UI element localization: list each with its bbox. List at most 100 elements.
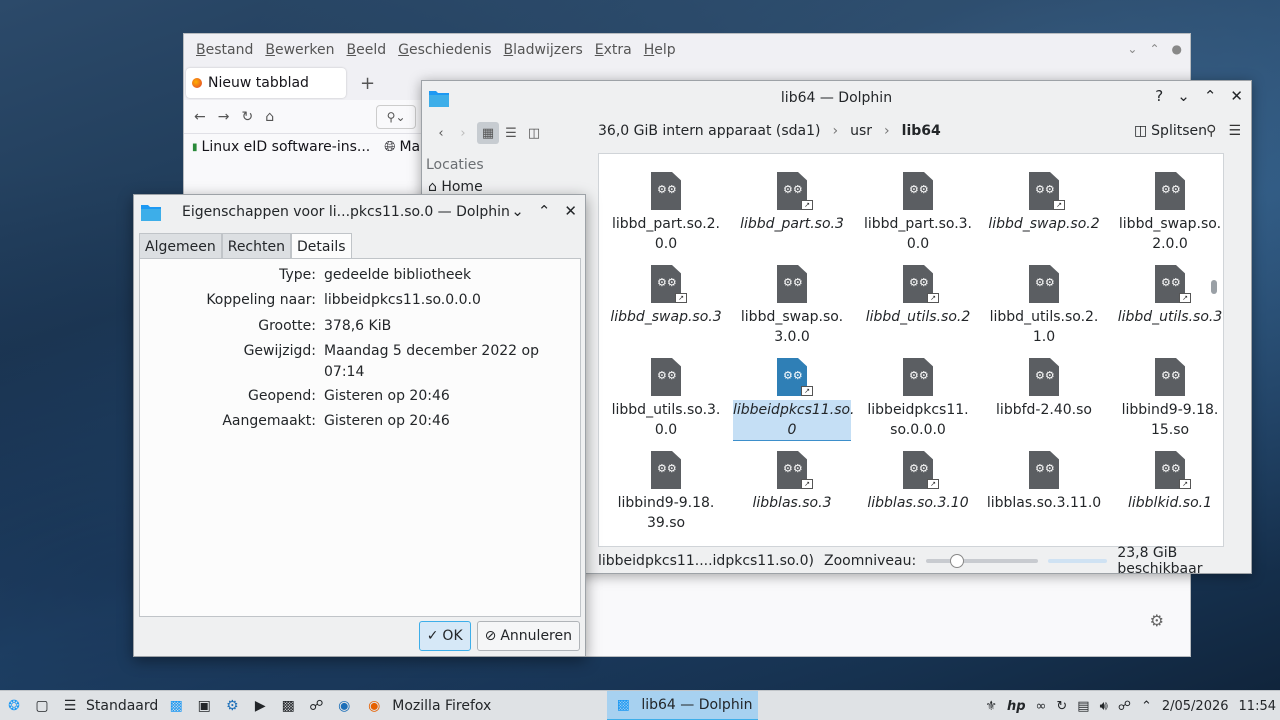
bookmark-ma[interactable]: 🌐︎ Ma (384, 139, 420, 155)
ok-button[interactable]: ✓ OK (418, 621, 471, 651)
file-item[interactable]: ⚙⚙ ↗ libbd_utils.so.2 (859, 265, 977, 327)
file-item[interactable]: ⚙⚙ ↗ libblkid.so.1 (1111, 451, 1223, 513)
close-icon[interactable]: ✕ (1230, 87, 1243, 105)
pinned-network[interactable]: ☍ (302, 691, 330, 720)
clock-time[interactable]: 11:54 (1239, 699, 1276, 714)
file-item[interactable]: ⚙⚙ libbd_swap.so. 3.0.0 (733, 265, 851, 347)
forward-icon[interactable]: → (218, 109, 230, 125)
forward-icon[interactable]: › (452, 122, 474, 144)
gear-icon[interactable]: ⚙ (1150, 611, 1164, 630)
shared-library-icon: ⚙⚙ (651, 172, 681, 210)
file-item[interactable]: ⚙⚙ ↗ libbeidpkcs11.so. 0 (733, 358, 855, 441)
kdeconnect-icon[interactable]: ∞ (1036, 699, 1047, 714)
menu-extra[interactable]: Extra (589, 42, 638, 58)
file-item[interactable]: ⚙⚙ ↗ libbd_swap.so.3 (607, 265, 725, 327)
close-icon[interactable]: ● (1172, 42, 1182, 56)
close-icon[interactable]: ✕ (564, 202, 577, 220)
tab-new-tab[interactable]: Nieuw tabblad (186, 68, 346, 98)
minimize-icon[interactable]: ⌄ (511, 202, 524, 220)
detail-value: Gisteren op 20:46 (324, 413, 450, 429)
pinned-app[interactable]: ▩ (274, 691, 302, 720)
bluetooth-icon[interactable]: ⚜ (985, 699, 997, 714)
maximize-icon[interactable]: ⌃ (538, 202, 551, 220)
pinned-dolphin[interactable]: ▩ (162, 691, 190, 720)
file-item[interactable]: ⚙⚙ libblas.so.3.11.0 (985, 451, 1103, 513)
properties-dialog[interactable]: Eigenschappen voor li...pkcs11.so.0 — Do… (133, 194, 586, 657)
show-desktop-button[interactable]: ▢ (28, 691, 56, 720)
new-tab-button[interactable]: + (360, 73, 375, 94)
dolphin-toolbar: ‹ › ▦ ☰ ◫ 36,0 GiB intern apparaat (sda1… (422, 115, 1251, 151)
status-text: libbeidpkcs11....idpkcs11.so.0) (598, 553, 815, 569)
hamburger-menu-icon[interactable]: ☰ (1228, 123, 1241, 139)
icons-view-icon[interactable]: ▦ (477, 122, 499, 144)
network-icon[interactable]: ☍ (1118, 699, 1131, 714)
file-item[interactable]: ⚙⚙ libbind9-9.18. 39.so (607, 451, 725, 533)
menu-bestand[interactable]: Bestand (190, 42, 259, 58)
file-name: libbd_part.so.3. 0.0 (863, 216, 973, 252)
volume-icon[interactable]: 🔊︎ (1100, 699, 1108, 714)
breadcrumb-usr[interactable]: usr (850, 123, 872, 139)
split-button[interactable]: ◫ Splitsen (1134, 123, 1207, 139)
hp-icon[interactable]: hp (1007, 699, 1026, 714)
activity-switcher[interactable]: ☰ Standaard (56, 691, 162, 720)
file-item[interactable]: ⚙⚙ libbfd-2.40.so (985, 358, 1103, 420)
pinned-system-settings[interactable]: ▣ (190, 691, 218, 720)
file-item[interactable]: ⚙⚙ libbind9-9.18. 15.so (1111, 358, 1223, 440)
chevron-right-icon: › (832, 123, 839, 139)
pinned-thunderbird[interactable]: ◉ (330, 691, 358, 720)
file-item[interactable]: ⚙⚙ libbeidpkcs11. so.0.0.0 (859, 358, 977, 440)
menu-beeld[interactable]: Beeld (341, 42, 393, 58)
pinned-discover[interactable]: ⚙ (218, 691, 246, 720)
file-item[interactable]: ⚙⚙ libbd_utils.so.2. 1.0 (985, 265, 1103, 347)
tab-algemeen[interactable]: Algemeen (139, 233, 222, 259)
search-icon[interactable]: ⚲ (1206, 123, 1216, 139)
reload-icon[interactable]: ↻ (241, 109, 253, 125)
place-home[interactable]: ⌂ Home (422, 179, 597, 195)
bookmark-label: Ma (399, 139, 421, 155)
task-dolphin[interactable]: ▩ lib64 — Dolphin (607, 690, 759, 720)
compact-view-icon[interactable]: ☰ (500, 122, 522, 144)
file-view[interactable]: ⚙⚙ libbd_part.so.2. 0.0 ⚙⚙ ↗ libbd_part.so.3… (598, 153, 1224, 547)
help-icon[interactable]: ? (1155, 87, 1163, 105)
tab-rechten[interactable]: Rechten (221, 233, 291, 259)
file-item[interactable]: ⚙⚙ ↗ libbd_part.so.3 (733, 172, 851, 234)
maximize-icon[interactable]: ⌃ (1204, 87, 1217, 105)
file-item[interactable]: ⚙⚙ libbd_part.so.2. 0.0 (607, 172, 725, 254)
file-item[interactable]: ⚙⚙ libbd_utils.so.3. 0.0 (607, 358, 725, 440)
file-name: libbind9-9.18. 15.so (1121, 402, 1219, 438)
menu-bewerken[interactable]: Bewerken (259, 42, 340, 58)
menu-geschiedenis[interactable]: Geschiedenis (392, 42, 497, 58)
menu-help[interactable]: Help (638, 42, 682, 58)
tab-details[interactable]: Details (290, 233, 352, 259)
back-icon[interactable]: ← (194, 109, 206, 125)
search-engine-button[interactable]: ⚲ ⌄ (376, 104, 417, 129)
home-icon[interactable]: ⌂ (265, 109, 274, 125)
file-item[interactable]: ⚙⚙ ↗ libbd_utils.so.3 (1111, 265, 1223, 327)
clock-date[interactable]: 2/05/2026 (1162, 699, 1229, 714)
back-icon[interactable]: ‹ (430, 122, 452, 144)
file-item[interactable]: ⚙⚙ ↗ libblas.so.3 (733, 451, 851, 513)
maximize-icon[interactable]: ⌃ (1149, 42, 1159, 56)
file-item[interactable]: ⚙⚙ libbd_swap.so. 2.0.0 (1111, 172, 1223, 254)
bookmark-linux-eid[interactable]: ▮ Linux eID software-ins... (192, 139, 370, 155)
task-firefox[interactable]: ◉ Mozilla Firefox (358, 691, 497, 720)
breadcrumb-device[interactable]: 36,0 GiB intern apparaat (sda1) (598, 123, 821, 139)
file-item[interactable]: ⚙⚙ libbd_part.so.3. 0.0 (859, 172, 977, 254)
cancel-button[interactable]: ⊘ Annuleren (476, 621, 580, 651)
file-item[interactable]: ⚙⚙ ↗ libbd_swap.so.2 (985, 172, 1103, 234)
clipboard-icon[interactable]: ▤ (1077, 699, 1089, 714)
minimize-icon[interactable]: ⌄ (1177, 87, 1190, 105)
menu-bladwijzers[interactable]: Bladwijzers (498, 42, 589, 58)
file-item[interactable]: ⚙⚙ ↗ libblas.so.3.10 (859, 451, 977, 513)
tray-expand-icon[interactable]: ⌃ (1141, 699, 1152, 714)
breadcrumb-lib64[interactable]: lib64 (902, 123, 941, 139)
zoom-slider-handle[interactable] (950, 554, 965, 568)
properties-titlebar: Eigenschappen voor li...pkcs11.so.0 — Do… (134, 195, 585, 229)
pinned-konsole[interactable]: ▶ (246, 691, 274, 720)
minimize-icon[interactable]: ⌄ (1127, 42, 1137, 56)
application-launcher[interactable]: ❂ (0, 691, 28, 720)
zoom-slider[interactable] (926, 554, 1038, 568)
desktop-icon: ▢ (35, 697, 49, 714)
updates-icon[interactable]: ↻ (1056, 699, 1067, 714)
details-view-icon[interactable]: ◫ (523, 122, 545, 144)
